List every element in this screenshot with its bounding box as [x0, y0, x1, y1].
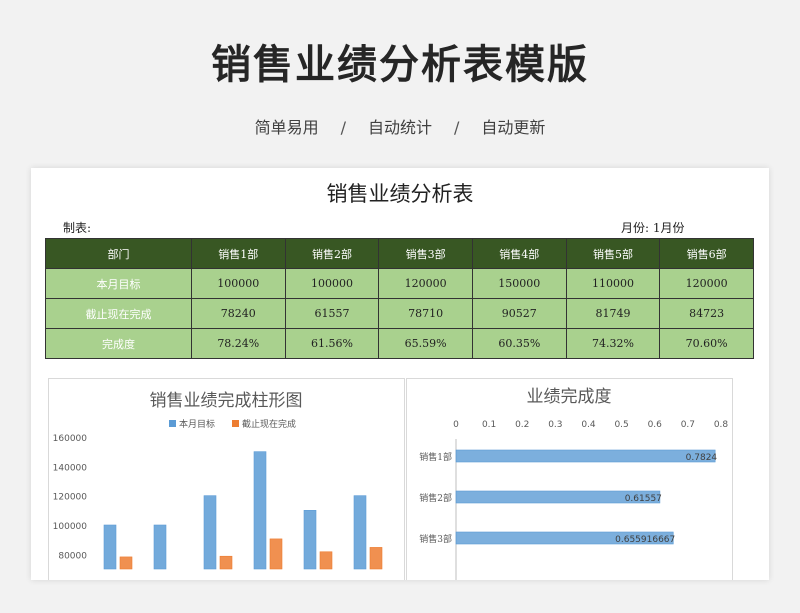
table-cell[interactable]: 61557: [284, 298, 380, 329]
bar-done: [369, 547, 383, 570]
table-cell[interactable]: 120000: [659, 268, 754, 299]
y-tick-label: 80000: [58, 551, 87, 561]
category-label: 销售3部: [419, 533, 452, 545]
month-label: 月份: 1月份: [621, 221, 685, 235]
bar-target: [103, 524, 117, 570]
x-tick-label: 0.1: [482, 420, 496, 430]
legend-label: 截止现在完成: [242, 418, 296, 430]
bar-target: [353, 495, 367, 570]
table-cell[interactable]: 84723: [659, 298, 754, 329]
bar-target: [203, 495, 217, 570]
data-label: 0.7824: [686, 453, 718, 463]
spreadsheet-sheet: 销售业绩分析表 制表: 月份: 1月份 部门 销售1部 销售2部 销售3部 销售…: [31, 168, 769, 580]
bar-chart: 销售业绩完成柱形图本月目标 截止现在完成 160000 140000 120000 100…: [53, 391, 383, 570]
table-row: 截止现在完成 78240 61557 78710 90527 81749 847…: [45, 298, 754, 329]
bar-target: [303, 510, 317, 570]
table-cell[interactable]: 78240: [190, 298, 286, 329]
table-cell[interactable]: 100000: [284, 268, 380, 299]
x-tick-label: 0.2: [515, 420, 529, 430]
completion-bar: [455, 449, 716, 463]
completion-chart-panel[interactable]: 业绩完成度 0 0.1 0.2 0.3 0.4 0.5 0.6 0.7 0.8 销售1部 0.7824…: [406, 378, 733, 580]
x-tick-label: 0: [453, 420, 459, 430]
y-tick-label: 100000: [53, 522, 88, 532]
page-title: 销售业绩分析表模版: [211, 42, 589, 88]
table-row-header[interactable]: 截止现在完成: [45, 298, 192, 329]
maker-label: 制表:: [63, 221, 92, 235]
subtitle-separator: /: [340, 118, 346, 137]
bar-done: [119, 556, 133, 570]
x-tick-label: 0.4: [581, 420, 596, 430]
table-header-cell[interactable]: 销售5部: [565, 238, 661, 269]
bar-target: [253, 451, 267, 570]
table-cell[interactable]: 78.24%: [190, 328, 286, 359]
x-tick-label: 0.3: [548, 420, 562, 430]
bar-done: [219, 555, 233, 570]
table-header-cell[interactable]: 销售2部: [284, 238, 380, 269]
subtitle-bar: 简单易用 / 自动统计 / 自动更新: [0, 114, 800, 138]
category-label: 销售2部: [419, 492, 452, 504]
table-cell[interactable]: 81749: [565, 298, 661, 329]
table-row-header[interactable]: 本月目标: [45, 268, 192, 299]
table-cell[interactable]: 60.35%: [471, 328, 567, 359]
table-cell[interactable]: 90527: [471, 298, 567, 329]
sales-table: 部门 销售1部 销售2部 销售3部 销售4部 销售5部 销售6部 本月目标 10…: [45, 238, 754, 359]
y-tick-label: 160000: [53, 434, 88, 444]
table-cell[interactable]: 61.56%: [284, 328, 380, 359]
category-label: 销售1部: [419, 451, 452, 463]
bar-done: [269, 538, 283, 570]
table-cell[interactable]: 150000: [471, 268, 567, 299]
bar-target: [153, 524, 167, 570]
table-cell[interactable]: 100000: [190, 268, 286, 299]
bar-done: [319, 551, 333, 570]
chart-title: 业绩完成度: [527, 387, 612, 407]
table-header-cell[interactable]: 部门: [45, 238, 192, 269]
table-header-cell[interactable]: 销售6部: [659, 238, 754, 269]
data-label: 0.61557: [625, 494, 662, 504]
table-row-header[interactable]: 完成度: [45, 328, 192, 359]
legend-swatch-target: [169, 420, 176, 427]
legend-swatch-done: [232, 420, 239, 427]
table-cell[interactable]: 120000: [378, 268, 473, 299]
table-cell[interactable]: 65.59%: [378, 328, 473, 359]
table-header-row: 部门 销售1部 销售2部 销售3部 销售4部 销售5部 销售6部: [45, 238, 754, 269]
subtitle-item-auto-update: 自动更新: [481, 118, 546, 137]
subtitle-item-easy: 简单易用: [254, 118, 319, 137]
subtitle-item-auto-stats: 自动统计: [367, 118, 432, 137]
subtitle-separator: /: [454, 118, 460, 137]
y-tick-label: 120000: [53, 493, 88, 503]
table-cell[interactable]: 74.32%: [565, 328, 661, 359]
table-cell[interactable]: 110000: [565, 268, 661, 299]
x-tick-label: 0.5: [614, 420, 628, 430]
table-header-cell[interactable]: 销售1部: [190, 238, 286, 269]
completion-chart: 业绩完成度 0 0.1 0.2 0.3 0.4 0.5 0.6 0.7 0.8 销售1部 0.7824…: [419, 387, 729, 580]
y-tick-label: 140000: [53, 463, 88, 473]
legend-label: 本月目标: [179, 418, 215, 430]
sheet-title: 销售业绩分析表: [326, 182, 474, 206]
x-tick-label: 0.7: [681, 420, 695, 430]
x-tick-label: 0.8: [714, 420, 729, 430]
table-header-cell[interactable]: 销售4部: [471, 238, 567, 269]
chart-title: 销售业绩完成柱形图: [150, 391, 303, 411]
table-header-cell[interactable]: 销售3部: [378, 238, 473, 269]
table-cell[interactable]: 70.60%: [659, 328, 754, 359]
bar-chart-panel[interactable]: 销售业绩完成柱形图本月目标 截止现在完成 160000 140000 120000 100…: [48, 378, 405, 580]
table-row: 完成度 78.24% 61.56% 65.59% 60.35% 74.32% 7…: [45, 328, 754, 359]
x-tick-label: 0.6: [648, 420, 663, 430]
table-row: 本月目标 100000 100000 120000 150000 110000 …: [45, 268, 754, 299]
table-cell[interactable]: 78710: [378, 298, 473, 329]
data-label: 0.655916667: [615, 535, 675, 545]
